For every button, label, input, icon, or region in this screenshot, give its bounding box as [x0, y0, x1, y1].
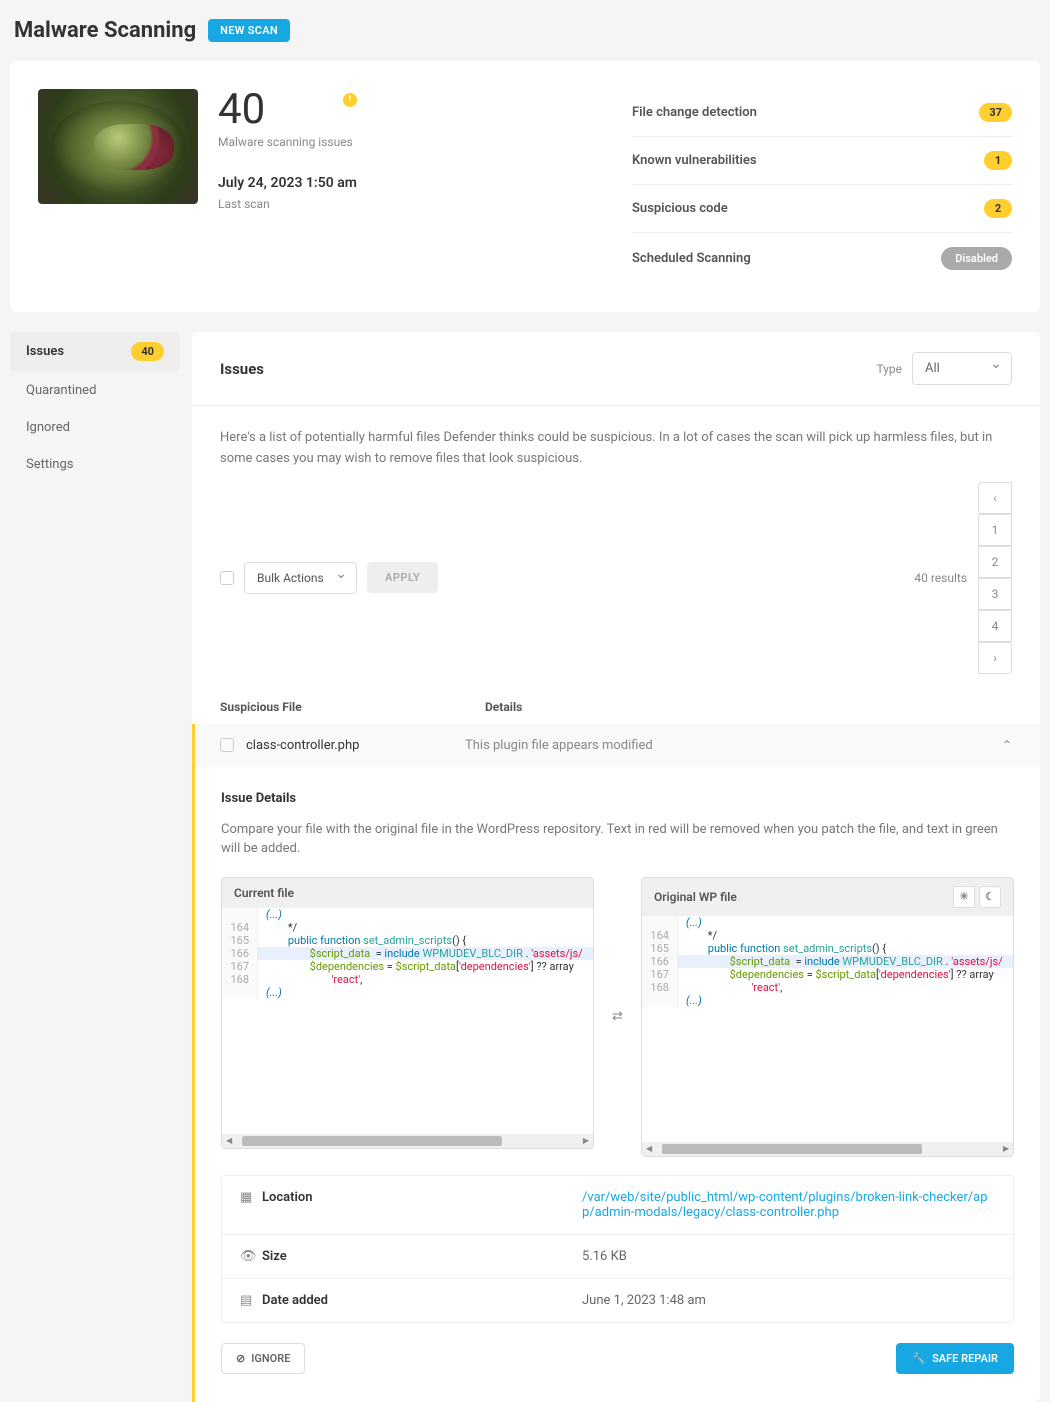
- results-count: 40 results: [914, 571, 967, 585]
- issue-details-desc: Compare your file with the original file…: [221, 820, 1014, 859]
- chevron-up-icon: ⌃: [1002, 738, 1012, 752]
- issues-count-label: Malware scanning issues: [218, 135, 357, 149]
- meta-value: June 1, 2023 1:48 am: [582, 1293, 995, 1308]
- current-file-code[interactable]: (...)164 */165 public function set_admin…: [222, 908, 593, 1148]
- type-filter-label: Type: [876, 362, 902, 376]
- sidebar-item-quarantined[interactable]: Quarantined: [10, 373, 180, 408]
- page-button[interactable]: 3: [978, 578, 1012, 610]
- page-button[interactable]: 2: [978, 546, 1012, 578]
- scheduled-scanning-status: Disabled: [941, 247, 1012, 270]
- type-filter-select[interactable]: All: [912, 352, 1012, 385]
- last-scan-label: Last scan: [218, 197, 357, 211]
- stat-badge: 2: [984, 199, 1012, 218]
- summary-card: 40 Malware scanning issues July 24, 2023…: [10, 61, 1040, 312]
- cal-icon: ▤: [240, 1293, 262, 1308]
- issue-details-title: Issue Details: [221, 791, 1014, 806]
- col-file-header: Suspicious File: [220, 700, 485, 714]
- page-button[interactable]: 4: [978, 610, 1012, 642]
- safe-repair-button[interactable]: 🔧 SAFE REPAIR: [896, 1343, 1014, 1374]
- issue-detail-text: This plugin file appears modified: [465, 738, 1002, 753]
- original-file-header: Original WP file: [654, 890, 737, 904]
- page-button[interactable]: ›: [978, 642, 1012, 674]
- stat-badge: 1: [984, 151, 1012, 170]
- sidebar-item-ignored[interactable]: Ignored: [10, 410, 180, 445]
- page-title: Malware Scanning: [14, 18, 196, 43]
- meta-key: Date added: [262, 1293, 582, 1308]
- issue-checkbox[interactable]: [220, 738, 234, 752]
- apply-button[interactable]: APPLY: [367, 562, 438, 593]
- folder-icon: ▦: [240, 1190, 262, 1205]
- site-thumbnail: [38, 89, 198, 204]
- dark-mode-icon[interactable]: ☾: [979, 886, 1001, 908]
- meta-value[interactable]: /var/web/site/public_html/wp-content/plu…: [582, 1190, 995, 1220]
- page-button[interactable]: 1: [978, 514, 1012, 546]
- issue-row[interactable]: class-controller.php This plugin file ap…: [192, 724, 1040, 767]
- scheduled-scanning-label: Scheduled Scanning: [632, 251, 751, 266]
- select-all-checkbox[interactable]: [220, 571, 234, 585]
- stat-label: File change detection: [632, 105, 757, 120]
- new-scan-button[interactable]: NEW SCAN: [208, 19, 290, 42]
- issues-count: 40: [218, 89, 357, 131]
- stat-badge: 37: [979, 103, 1012, 122]
- intro-text: Here's a list of potentially harmful fil…: [192, 406, 1040, 482]
- eye-icon: 👁: [240, 1249, 262, 1264]
- sidebar: Issues40QuarantinedIgnoredSettings: [10, 332, 180, 1402]
- original-file-code[interactable]: (...)164 */165 public function set_admin…: [642, 916, 1013, 1156]
- stat-label: Suspicious code: [632, 201, 728, 216]
- meta-key: Location: [262, 1190, 582, 1205]
- eye-off-icon: ⊘: [236, 1352, 245, 1365]
- col-detail-header: Details: [485, 700, 1012, 714]
- page-button[interactable]: ‹: [978, 482, 1012, 514]
- content-heading: Issues: [220, 360, 264, 378]
- current-file-header: Current file: [234, 886, 294, 900]
- sidebar-item-settings[interactable]: Settings: [10, 447, 180, 482]
- sidebar-item-issues[interactable]: Issues40: [10, 332, 180, 371]
- bulk-actions-select[interactable]: Bulk Actions: [244, 562, 357, 594]
- meta-value: 5.16 KB: [582, 1249, 995, 1264]
- last-scan-time: July 24, 2023 1:50 am: [218, 175, 357, 191]
- meta-key: Size: [262, 1249, 582, 1264]
- compare-icon: ⇄: [610, 1009, 625, 1024]
- light-mode-icon[interactable]: ☀: [953, 886, 975, 908]
- issue-filename: class-controller.php: [246, 738, 359, 753]
- ignore-button[interactable]: ⊘ IGNORE: [221, 1343, 305, 1374]
- stat-label: Known vulnerabilities: [632, 153, 757, 168]
- wrench-icon: 🔧: [912, 1352, 926, 1365]
